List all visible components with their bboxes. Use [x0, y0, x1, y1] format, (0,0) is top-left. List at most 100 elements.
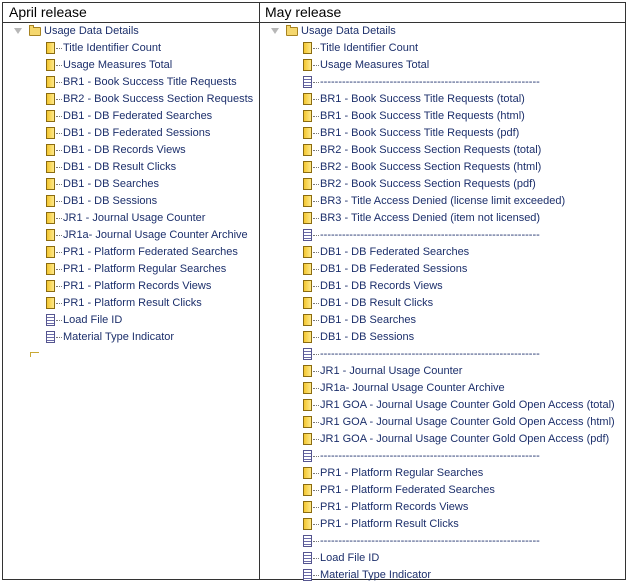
tree-item[interactable]: PR1 - Platform Records Views [3, 278, 258, 295]
tree-item-label: DB1 - DB Searches [320, 314, 416, 326]
tree-item[interactable]: Load File ID [260, 550, 625, 567]
tree-item[interactable]: DB1 - DB Sessions [3, 193, 258, 210]
tree-item[interactable]: DB1 - DB Federated Searches [3, 108, 258, 125]
measure-icon [46, 263, 55, 275]
tree-root-folder[interactable]: Usage Data Details [260, 23, 625, 40]
tree-item[interactable]: Usage Measures Total [3, 57, 258, 74]
measure-icon [303, 178, 312, 190]
measure-icon [303, 467, 312, 479]
tree-item[interactable]: PR1 - Platform Regular Searches [260, 465, 625, 482]
tree-connector [313, 575, 319, 576]
tree-item[interactable]: PR1 - Platform Records Views [260, 499, 625, 516]
tree-item[interactable]: DB1 - DB Sessions [260, 329, 625, 346]
tree-item[interactable]: PR1 - Platform Federated Searches [3, 244, 258, 261]
measure-icon [303, 110, 312, 122]
tree-connector [56, 286, 62, 287]
tree-item-label: BR3 - Title Access Denied (license limit… [320, 195, 566, 207]
tree-item-label: DB1 - DB Records Views [320, 280, 443, 292]
tree-item[interactable]: DB1 - DB Federated Searches [260, 244, 625, 261]
tree-connector [313, 48, 319, 49]
tree-item[interactable]: BR2 - Book Success Section Requests (pdf… [260, 176, 625, 193]
tree-item[interactable]: JR1 GOA - Journal Usage Counter Gold Ope… [260, 414, 625, 431]
attribute-icon [303, 229, 312, 241]
measure-icon [46, 42, 55, 54]
tree-item-label: BR2 - Book Success Section Requests (pdf… [320, 178, 536, 190]
tree-connector [313, 558, 319, 559]
tree-item[interactable]: Load File ID [3, 312, 258, 329]
tree-item[interactable]: Title Identifier Count [260, 40, 625, 57]
measure-icon [303, 518, 312, 530]
tree-end-marker-icon [30, 352, 39, 357]
tree-item[interactable]: PR1 - Platform Federated Searches [260, 482, 625, 499]
tree-connector [313, 184, 319, 185]
tree-item[interactable]: ----------------------------------------… [260, 227, 625, 244]
tree-item[interactable]: BR2 - Book Success Section Requests (tot… [260, 142, 625, 159]
tree-connector [56, 65, 62, 66]
tree-item[interactable]: BR1 - Book Success Title Requests (pdf) [260, 125, 625, 142]
tree-item-label: PR1 - Platform Federated Searches [320, 484, 495, 496]
comparison-table: April release May release Usage Data Det… [2, 2, 626, 581]
tree-item-label: PR1 - Platform Regular Searches [63, 263, 227, 275]
tree-connector [313, 439, 319, 440]
tree-item[interactable]: BR1 - Book Success Title Requests (html) [260, 108, 625, 125]
tree-item[interactable]: ----------------------------------------… [260, 346, 625, 363]
tree-item[interactable]: Material Type Indicator [3, 329, 258, 346]
measure-icon [303, 501, 312, 513]
tree-item-label: DB1 - DB Sessions [320, 331, 415, 343]
tree-item[interactable]: JR1 - Journal Usage Counter [3, 210, 258, 227]
tree-item[interactable]: BR2 - Book Success Section Requests (htm… [260, 159, 625, 176]
tree-item[interactable]: JR1 GOA - Journal Usage Counter Gold Ope… [260, 431, 625, 448]
tree-item[interactable]: JR1 GOA - Journal Usage Counter Gold Ope… [260, 397, 625, 414]
tree-item[interactable]: BR1 - Book Success Title Requests [3, 74, 258, 91]
tree-item[interactable]: Usage Measures Total [260, 57, 625, 74]
tree-item[interactable]: DB1 - DB Federated Sessions [260, 261, 625, 278]
tree-item[interactable]: BR2 - Book Success Section Requests [3, 91, 258, 108]
tree-item[interactable]: DB1 - DB Result Clicks [3, 159, 258, 176]
tree-item[interactable]: BR1 - Book Success Title Requests (total… [260, 91, 625, 108]
tree-item-label: JR1 GOA - Journal Usage Counter Gold Ope… [320, 416, 615, 428]
tree-item-label: BR2 - Book Success Section Requests [63, 93, 254, 105]
tree-item[interactable]: DB1 - DB Result Clicks [260, 295, 625, 312]
tree-connector [313, 456, 319, 457]
tree-item[interactable]: DB1 - DB Records Views [3, 142, 258, 159]
measure-icon [303, 331, 312, 343]
tree-item[interactable]: PR1 - Platform Result Clicks [260, 516, 625, 533]
tree-item[interactable]: ----------------------------------------… [260, 74, 625, 91]
tree-item[interactable]: DB1 - DB Searches [260, 312, 625, 329]
tree-item[interactable]: PR1 - Platform Regular Searches [3, 261, 258, 278]
measure-icon [46, 195, 55, 207]
measure-icon [303, 484, 312, 496]
tree-item[interactable]: JR1a- Journal Usage Counter Archive [260, 380, 625, 397]
measure-icon [303, 280, 312, 292]
tree-item[interactable]: BR3 - Title Access Denied (license limit… [260, 193, 625, 210]
tree-item[interactable]: Title Identifier Count [3, 40, 258, 57]
measure-icon [46, 144, 55, 156]
expand-toggle-icon[interactable] [271, 28, 279, 34]
tree-item[interactable]: PR1 - Platform Result Clicks [3, 295, 258, 312]
tree-item[interactable]: ----------------------------------------… [260, 448, 625, 465]
tree-item[interactable]: Material Type Indicator [260, 567, 625, 584]
tree-connector [313, 269, 319, 270]
tree-item[interactable]: ----------------------------------------… [260, 533, 625, 550]
tree-connector [56, 184, 62, 185]
tree-item[interactable]: DB1 - DB Records Views [260, 278, 625, 295]
attribute-icon [303, 535, 312, 547]
tree-item[interactable]: JR1 - Journal Usage Counter [260, 363, 625, 380]
tree-connector [313, 303, 319, 304]
tree-item[interactable]: JR1a- Journal Usage Counter Archive [3, 227, 258, 244]
tree-root-folder[interactable]: Usage Data Details [3, 23, 258, 40]
april-release-header: April release [9, 4, 87, 20]
tree-item[interactable]: DB1 - DB Federated Sessions [3, 125, 258, 142]
measure-icon [303, 314, 312, 326]
tree-item[interactable]: BR3 - Title Access Denied (item not lice… [260, 210, 625, 227]
tree-connector [56, 320, 62, 321]
expand-toggle-icon[interactable] [14, 28, 22, 34]
tree-item[interactable]: DB1 - DB Searches [3, 176, 258, 193]
may-release-header: May release [265, 4, 342, 20]
tree-item-label: DB1 - DB Federated Searches [63, 110, 213, 122]
tree-connector [313, 116, 319, 117]
tree-item-label: PR1 - Platform Regular Searches [320, 467, 484, 479]
measure-icon [303, 365, 312, 377]
measure-icon [46, 246, 55, 258]
measure-icon [303, 399, 312, 411]
